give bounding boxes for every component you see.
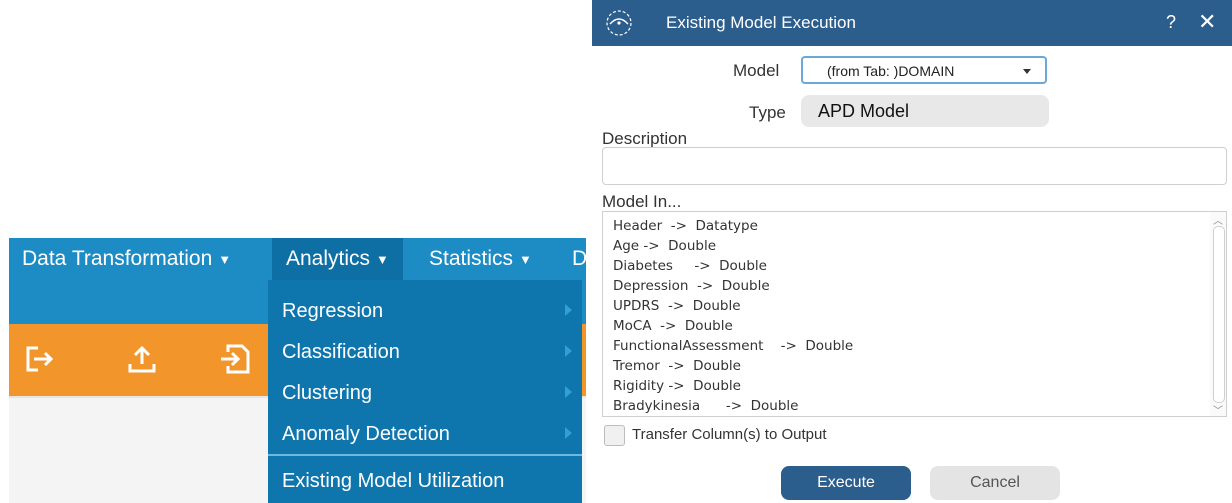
dialog-title: Existing Model Execution xyxy=(666,13,856,32)
caret-down-icon: ▼ xyxy=(519,251,532,267)
menu-item-label: Regression xyxy=(282,300,384,322)
menu-analytics[interactable]: Analytics ▼ xyxy=(272,238,403,280)
chevron-down-icon[interactable]: ﹀ xyxy=(1213,402,1223,416)
list-item[interactable]: Depression -> Double xyxy=(613,278,770,294)
list-item[interactable]: Tremor -> Double xyxy=(613,358,741,374)
caret-down-icon xyxy=(1023,69,1031,74)
list-item[interactable]: Diabetes -> Double xyxy=(613,258,767,274)
upload-icon[interactable] xyxy=(125,342,159,376)
chevron-right-icon xyxy=(565,386,572,398)
description-input[interactable] xyxy=(602,147,1227,185)
menu-item-label: Clustering xyxy=(282,382,373,404)
menu-item-label: Existing Model Utilization xyxy=(282,470,505,492)
list-item[interactable]: Bradykinesia -> Double xyxy=(613,398,798,414)
cancel-button[interactable]: Cancel xyxy=(930,466,1060,500)
menu-label: D xyxy=(572,247,588,270)
menu-item-label: Classification xyxy=(282,341,400,363)
description-label: Description xyxy=(602,129,688,148)
list-item[interactable]: Header -> Datatype xyxy=(613,218,758,234)
app-logo-icon xyxy=(606,10,632,36)
transfer-columns-checkbox[interactable] xyxy=(604,425,625,446)
existing-model-execution-dialog: Existing Model Execution ? ✕ Model (from… xyxy=(592,0,1232,503)
list-item[interactable]: UPDRS -> Double xyxy=(613,298,741,314)
model-label: Model xyxy=(733,61,780,80)
list-item[interactable]: MoCA -> Double xyxy=(613,318,733,334)
type-value: APD Model xyxy=(818,101,910,121)
analytics-dropdown: Regression Classification Clustering Ano… xyxy=(268,280,582,503)
menu-data-transformation[interactable]: Data Transformation ▼ xyxy=(22,238,231,280)
caret-down-icon: ▼ xyxy=(376,251,389,267)
close-icon[interactable]: ✕ xyxy=(1198,9,1216,35)
menu-label: Data Transformation xyxy=(22,247,213,270)
list-item[interactable]: FunctionalAssessment -> Double xyxy=(613,338,853,354)
chevron-right-icon xyxy=(565,345,572,357)
caret-down-icon: ▼ xyxy=(218,251,232,267)
transfer-columns-label: Transfer Column(s) to Output xyxy=(632,426,827,443)
menu-item-existing-model-utilization[interactable]: Existing Model Utilization xyxy=(268,460,582,503)
model-select[interactable]: (from Tab: )DOMAIN xyxy=(801,56,1047,84)
menu-statistics[interactable]: Statistics ▼ xyxy=(429,238,532,280)
menu-item-anomaly-detection[interactable]: Anomaly Detection xyxy=(268,414,582,455)
menu-label: Statistics xyxy=(429,247,514,270)
menu-item-label: Anomaly Detection xyxy=(282,423,450,445)
execute-button[interactable]: Execute xyxy=(781,466,911,500)
chevron-right-icon xyxy=(565,304,572,316)
app-background: Data Transformation ▼ Analytics ▼ Statis… xyxy=(0,0,587,503)
menu-label: Analytics xyxy=(286,247,371,270)
list-item[interactable]: Age -> Double xyxy=(613,238,716,254)
menu-item-classification[interactable]: Classification xyxy=(268,332,582,373)
import-icon[interactable] xyxy=(218,342,252,376)
model-in-list[interactable]: Header -> Datatype Age -> Double Diabete… xyxy=(602,211,1227,417)
menu-item-regression[interactable]: Regression xyxy=(268,291,582,332)
menu-divider xyxy=(268,454,582,456)
type-field: APD Model xyxy=(801,95,1049,127)
help-icon[interactable]: ? xyxy=(1166,12,1176,33)
chevron-right-icon xyxy=(565,427,572,439)
chevron-up-icon[interactable]: ︿ xyxy=(1213,212,1223,227)
list-item[interactable]: Rigidity -> Double xyxy=(613,378,741,394)
dialog-titlebar: Existing Model Execution ? ✕ xyxy=(592,0,1232,46)
exit-icon[interactable] xyxy=(22,342,56,376)
scroll-thumb[interactable] xyxy=(1213,226,1225,403)
type-label: Type xyxy=(749,103,786,122)
model-select-value: (from Tab: )DOMAIN xyxy=(827,63,955,79)
menu-item-clustering[interactable]: Clustering xyxy=(268,373,582,414)
model-in-label: Model In... xyxy=(602,192,682,211)
list-scrollbar[interactable]: ︿ ﹀ xyxy=(1210,212,1226,416)
menu-truncated[interactable]: D xyxy=(572,238,587,280)
